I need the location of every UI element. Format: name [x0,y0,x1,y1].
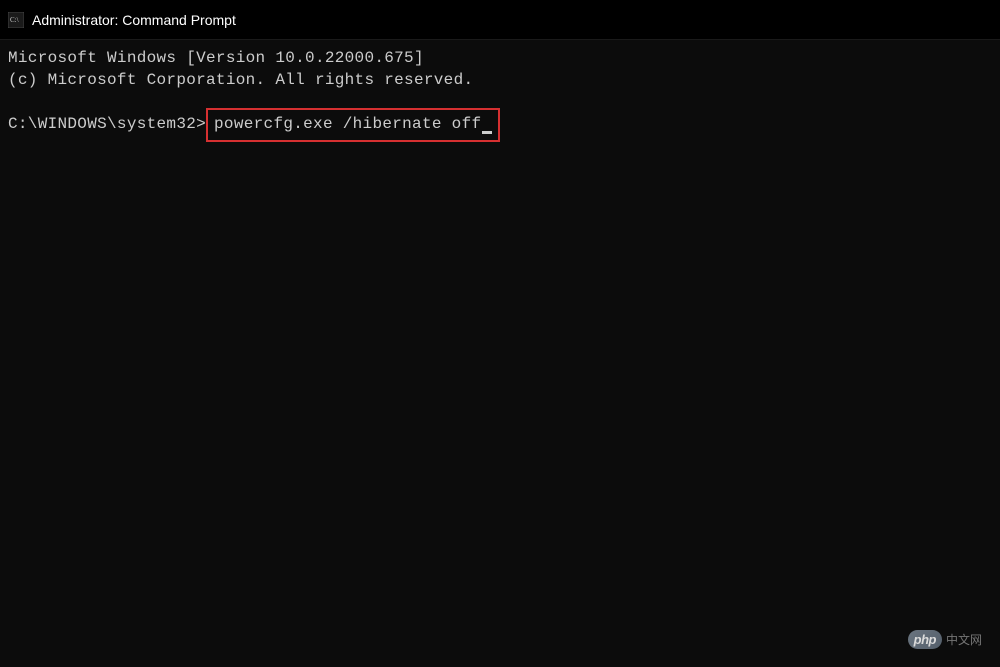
watermark-logo: php [908,630,942,649]
command-prompt-icon: C:\ [8,12,24,28]
prompt-path: C:\WINDOWS\system32> [8,114,206,142]
svg-text:C:\: C:\ [10,16,19,24]
version-line: Microsoft Windows [Version 10.0.22000.67… [8,48,992,70]
terminal-output-area[interactable]: Microsoft Windows [Version 10.0.22000.67… [0,40,1000,150]
window-title-bar: C:\ Administrator: Command Prompt [0,0,1000,40]
text-cursor [482,131,492,134]
typed-command: powercfg.exe /hibernate off [214,115,481,133]
watermark-text: 中文网 [946,631,982,648]
watermark: php 中文网 [908,630,982,649]
command-prompt-line: C:\WINDOWS\system32> powercfg.exe /hibern… [8,114,992,142]
window-title: Administrator: Command Prompt [32,12,236,28]
copyright-line: (c) Microsoft Corporation. All rights re… [8,70,992,92]
command-highlight-box: powercfg.exe /hibernate off [206,108,500,142]
